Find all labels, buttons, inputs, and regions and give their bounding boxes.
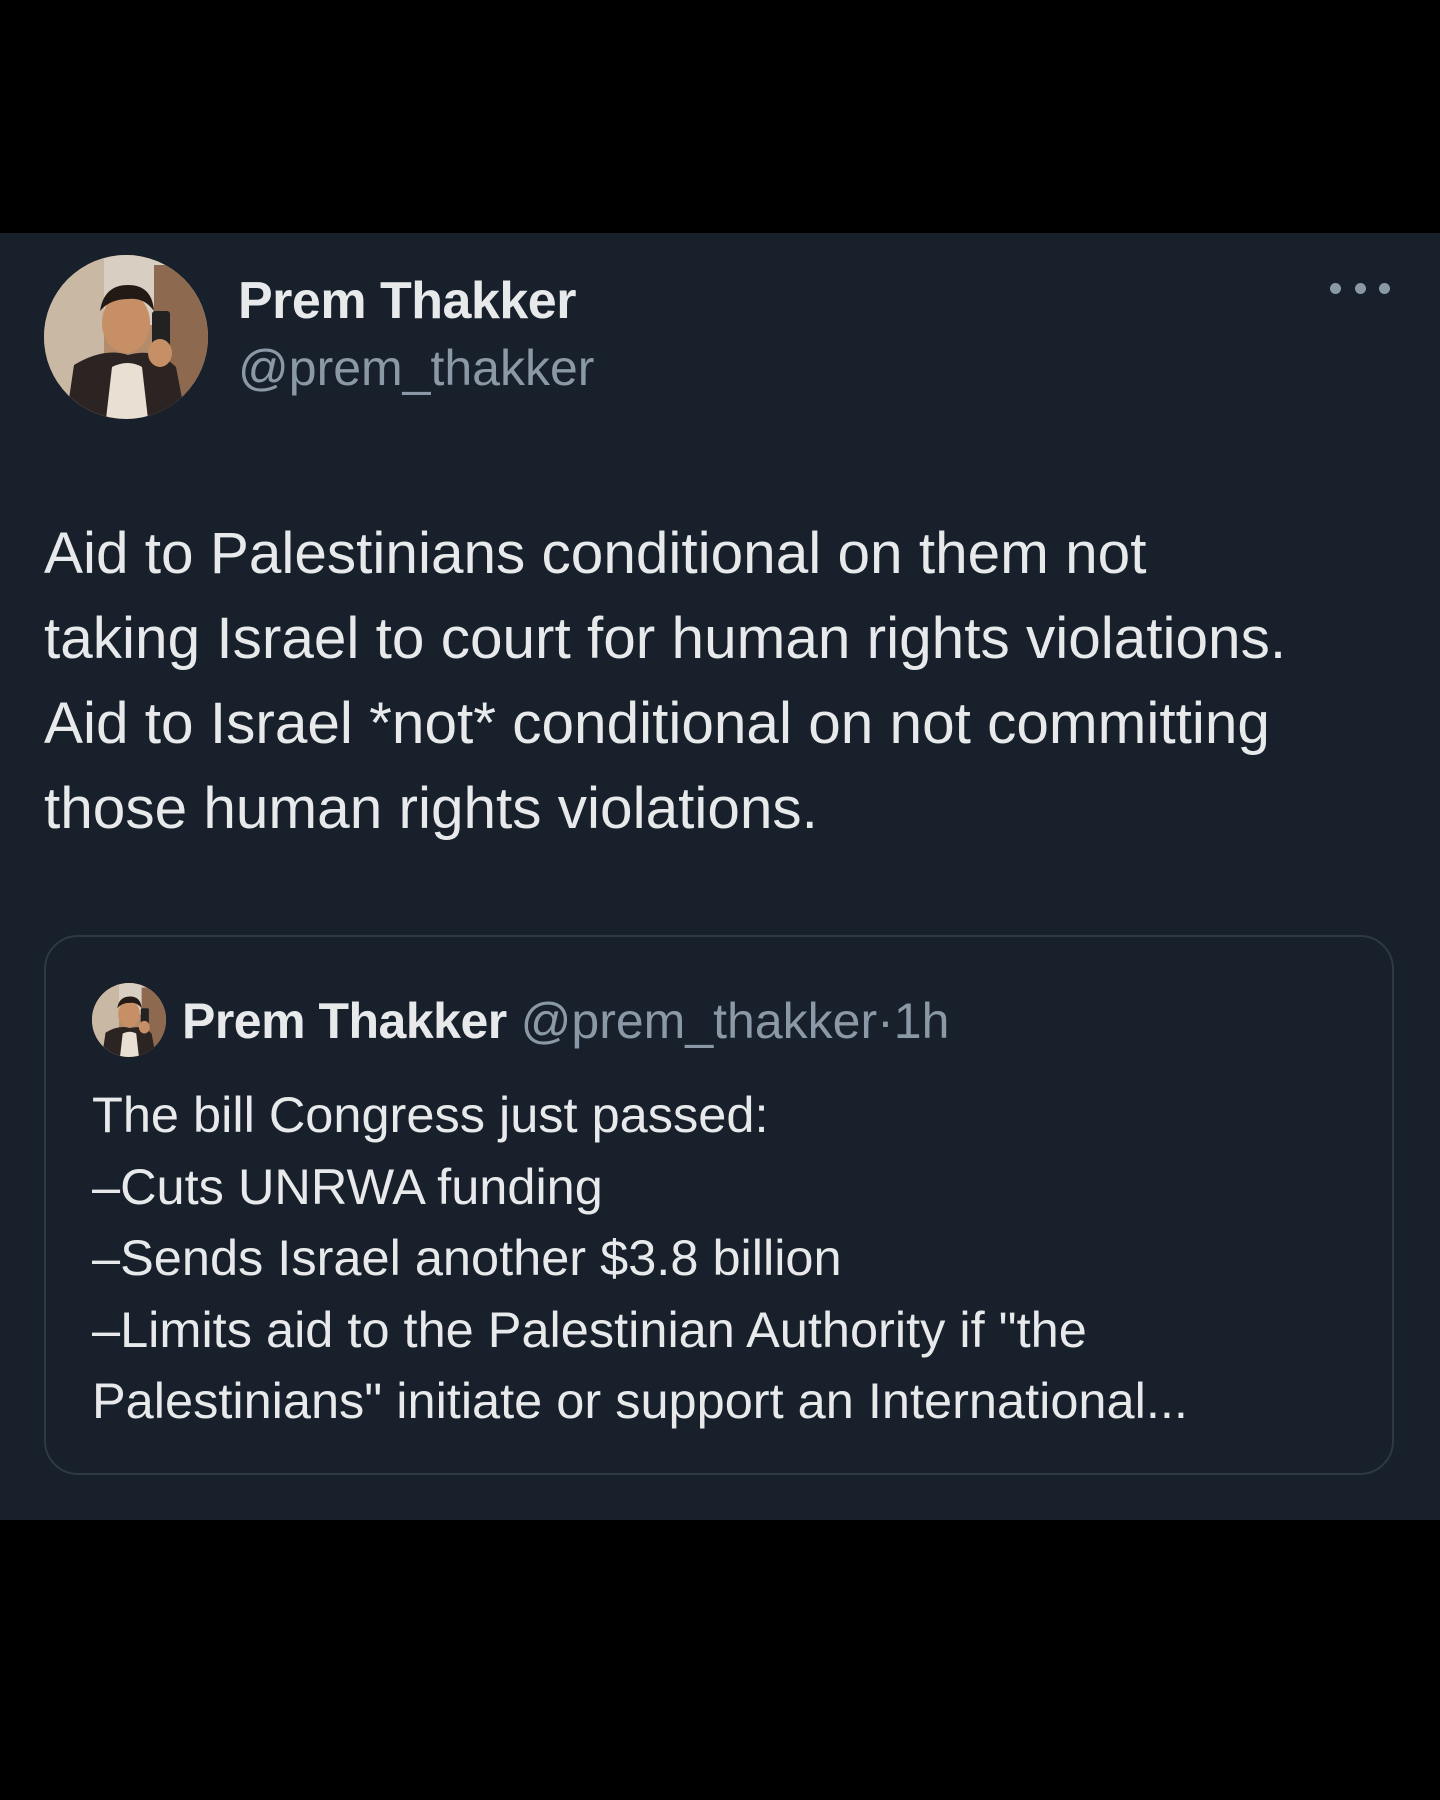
avatar-photo-icon — [44, 255, 208, 419]
quoted-tweet-header: Prem Thakker @prem_thakker·1h — [182, 991, 949, 1051]
more-horizontal-icon-dot — [1379, 282, 1390, 294]
tweet-text: Aid to Palestinians conditional on them … — [44, 521, 1287, 841]
quoted-tweet-timestamp[interactable]: 1h — [894, 993, 950, 1049]
more-horizontal-icon-dot — [1354, 282, 1366, 294]
more-horizontal-icon — [1330, 282, 1341, 294]
quoted-tweet[interactable]: Prem Thakker @prem_thakker·1h The bill C… — [44, 935, 1394, 1475]
author-avatar[interactable] — [44, 255, 208, 419]
quoted-tweet-text: The bill Congress just passed: –Cuts UNR… — [92, 1086, 1188, 1429]
author-name[interactable]: Prem Thakker — [238, 271, 576, 331]
quoted-author-avatar[interactable] — [92, 983, 166, 1057]
tweet-card[interactable]: Prem Thakker @prem_thakker Aid to Palest… — [0, 233, 1440, 1520]
quoted-author-name[interactable]: Prem Thakker — [182, 993, 507, 1049]
quoted-author-handle[interactable]: @prem_thakker — [521, 993, 877, 1049]
quoted-tweet-separator: · — [877, 993, 894, 1049]
avatar-photo-icon — [92, 983, 166, 1057]
more-options-button[interactable] — [1330, 273, 1390, 303]
author-handle[interactable]: @prem_thakker — [238, 339, 594, 397]
